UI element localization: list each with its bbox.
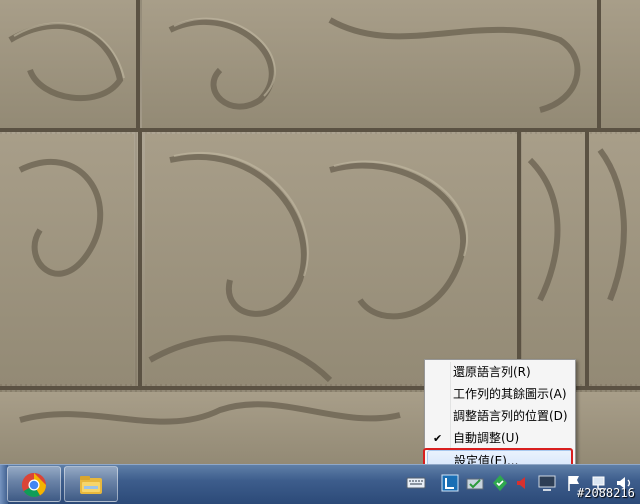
menu-item-auto-adjust[interactable]: ✔ 自動調整(U) [427,428,573,449]
keyboard-icon[interactable] [406,473,426,493]
language-bar-icon[interactable] [440,473,460,493]
taskbar-chrome-button[interactable] [7,466,61,502]
menu-item-label: 調整語言列的位置(D) [453,409,568,423]
menu-item-label: 工作列的其餘圖示(A) [453,387,567,401]
volume-icon[interactable] [513,473,533,493]
check-mark-icon: ✔ [433,432,443,445]
folder-icon [80,476,102,494]
chrome-icon [21,473,46,498]
sync-icon[interactable] [490,473,510,493]
menu-item-additional-taskbar-icons[interactable]: 工作列的其餘圖示(A) [427,384,573,405]
taskbar-explorer-button[interactable] [64,466,118,502]
watermark-text: #2088216 [577,486,635,500]
taskbar [0,464,640,504]
menu-item-label: 自動調整(U) [453,431,520,445]
menu-item-adjust-language-bar-position[interactable]: 調整語言列的位置(D) [427,406,573,427]
menu-item-restore-language-bar[interactable]: 還原語言列(R) [427,362,573,383]
menu-item-label: 還原語言列(R) [453,365,531,379]
display-icon[interactable] [537,473,557,493]
network-monitor-icon[interactable] [465,473,485,493]
